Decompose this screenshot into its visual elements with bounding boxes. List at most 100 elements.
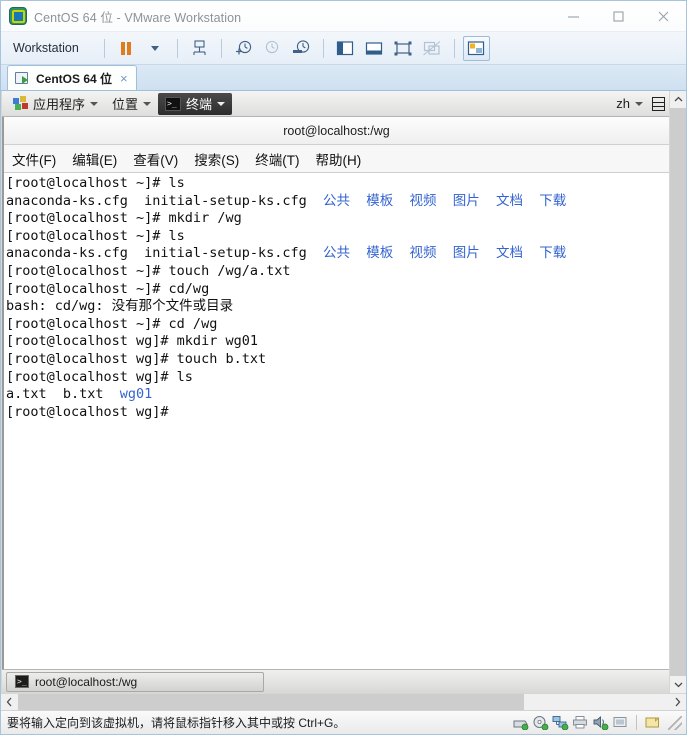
minimize-button[interactable] [551, 1, 596, 32]
terminal-window-label: 终端 [186, 97, 213, 112]
terminal-text: [root@localhost wg]# touch b.txt [6, 350, 267, 367]
scroll-left-button[interactable] [1, 694, 18, 710]
terminal-text: [root@localhost ~]# cd /wg [6, 315, 218, 332]
close-icon[interactable]: × [118, 72, 130, 85]
vm-tab-icon [15, 71, 30, 85]
workstation-menu-button[interactable]: Workstation [9, 38, 96, 58]
unity-mode-button[interactable] [419, 36, 446, 61]
terminal-title-text: root@localhost:/wg [283, 123, 390, 138]
vertical-scroll-thumb[interactable] [670, 108, 686, 676]
vm-tab-strip: CentOS 64 位 × [1, 65, 686, 91]
console-horizontal-scrollbar[interactable] [1, 693, 686, 710]
taskbar-window-button[interactable]: >_ root@localhost:/wg [6, 671, 264, 692]
vm-tab-label: CentOS 64 位 [36, 71, 113, 86]
shared-folder-icon[interactable] [644, 715, 661, 730]
revert-snapshot-button[interactable] [259, 36, 286, 61]
menu-help[interactable]: 帮助(H) [316, 149, 362, 169]
manage-snapshot-button[interactable] [186, 36, 213, 61]
thumbnail-bar-icon [366, 41, 383, 55]
terminal-titlebar: root@localhost:/wg [4, 117, 669, 145]
vm-tab-centos[interactable]: CentOS 64 位 × [7, 65, 137, 90]
places-menu-label: 位置 [112, 97, 139, 112]
full-screen-button[interactable] [390, 36, 417, 61]
snapshot-manager-icon [193, 39, 206, 55]
console-view-button[interactable] [462, 35, 490, 61]
chevron-down-icon [151, 45, 160, 51]
vmware-workstation-window: CentOS 64 位 - VMware Workstation Worksta… [0, 0, 687, 735]
input-method-indicator[interactable]: zh [609, 93, 650, 115]
applications-menu-label: 应用程序 [33, 97, 86, 112]
terminal-line: anaconda-ks.cfg initial-setup-ks.cfg 公共 … [6, 193, 669, 211]
menu-search[interactable]: 搜索(S) [194, 149, 239, 169]
terminal-line: [root@localhost ~]# mkdir /wg [6, 210, 669, 228]
cd-dvd-icon[interactable] [532, 715, 549, 731]
window-controls [551, 1, 686, 32]
chevron-down-icon [143, 101, 152, 106]
scroll-right-button[interactable] [669, 694, 686, 710]
chevron-down-icon [90, 101, 99, 106]
terminal-line: [root@localhost wg]# touch b.txt [6, 351, 669, 369]
terminal-text: [root@localhost wg]# ls [6, 368, 193, 385]
calendar-icon[interactable] [652, 96, 665, 111]
device-status-icons [512, 715, 682, 731]
terminal-line: [root@localhost wg]# mkdir wg01 [6, 333, 669, 351]
terminal-text: [root@localhost ~]# cd/wg [6, 280, 210, 297]
fullscreen-icon [394, 41, 412, 55]
terminal-icon: >_ [15, 675, 29, 688]
toolbar-separator [176, 38, 178, 58]
terminal-line: bash: cd/wg: 没有那个文件或目录 [6, 298, 669, 316]
terminal-line: [root@localhost ~]# touch /wg/a.txt [6, 263, 669, 281]
terminal-window-menu[interactable]: >_ 终端 [158, 92, 233, 115]
window-title: CentOS 64 位 - VMware Workstation [34, 10, 242, 25]
places-menu[interactable]: 位置 [105, 93, 158, 115]
workstation-menu-label: Workstation [13, 41, 79, 55]
terminal-text: anaconda-ks.cfg initial-setup-ks.cfg [6, 192, 323, 209]
show-thumbnail-bar-button[interactable] [361, 36, 388, 61]
terminal-text: [root@localhost ~]# touch /wg/a.txt [6, 262, 291, 279]
show-library-button[interactable] [332, 36, 359, 61]
gnome-top-panel: 应用程序 位置 >_ 终端 zh [2, 91, 669, 117]
terminal-line: anaconda-ks.cfg initial-setup-ks.cfg 公共 … [6, 245, 669, 263]
hard-disk-icon[interactable] [512, 715, 529, 731]
menu-file[interactable]: 文件(F) [12, 149, 56, 169]
printer-icon[interactable] [572, 715, 589, 730]
power-dropdown-button[interactable] [142, 36, 169, 61]
console-vertical-scrollbar[interactable] [669, 91, 686, 693]
terminal-text: [root@localhost ~]# ls [6, 227, 185, 244]
take-snapshot-button[interactable] [230, 36, 257, 61]
chevron-down-icon [217, 101, 226, 106]
terminal-text: bash: cd/wg: 没有那个文件或目录 [6, 298, 234, 315]
menu-edit[interactable]: 编辑(E) [72, 149, 117, 169]
horizontal-scroll-track[interactable] [524, 694, 669, 710]
terminal-text: anaconda-ks.cfg initial-setup-ks.cfg [6, 245, 323, 262]
menu-view[interactable]: 查看(V) [133, 149, 178, 169]
terminal-output[interactable]: [root@localhost ~]# ls anaconda-ks.cfg in… [4, 173, 669, 669]
snapshot-manager-button[interactable] [288, 36, 315, 61]
applications-menu[interactable]: 应用程序 [6, 93, 105, 115]
scroll-up-button[interactable] [670, 91, 686, 108]
terminal-text: a.txt b.txt [6, 386, 120, 403]
sound-card-icon[interactable] [592, 715, 609, 731]
resize-grip[interactable] [668, 715, 682, 730]
network-adapter-icon[interactable] [552, 715, 569, 731]
horizontal-scroll-thumb[interactable] [18, 694, 524, 710]
input-method-label: zh [616, 96, 630, 111]
pause-icon [121, 41, 132, 55]
suspend-button[interactable] [113, 36, 140, 61]
terminal-directory-name: 公共 模板 视频 图片 文档 下载 [322, 192, 567, 209]
terminal-text: [root@localhost wg]# [6, 403, 177, 420]
close-button[interactable] [641, 1, 686, 32]
terminal-line: [root@localhost ~]# ls [6, 228, 669, 246]
usb-device-icon[interactable] [612, 715, 629, 730]
toolbar-separator [322, 38, 324, 58]
taskbar-window-label: root@localhost:/wg [35, 674, 138, 689]
terminal-line: a.txt b.txt wg01 [6, 386, 669, 404]
scroll-down-button[interactable] [670, 676, 686, 693]
menu-terminal[interactable]: 终端(T) [255, 149, 299, 169]
toolbar-separator [103, 38, 105, 58]
toolbar-separator [220, 38, 222, 58]
terminal-directory-name: wg01 [119, 386, 153, 403]
unity-mode-icon [423, 40, 441, 55]
maximize-button[interactable] [596, 1, 641, 32]
guest-screen[interactable]: 应用程序 位置 >_ 终端 zh root@localhost:/wg 文件(F… [1, 91, 669, 693]
